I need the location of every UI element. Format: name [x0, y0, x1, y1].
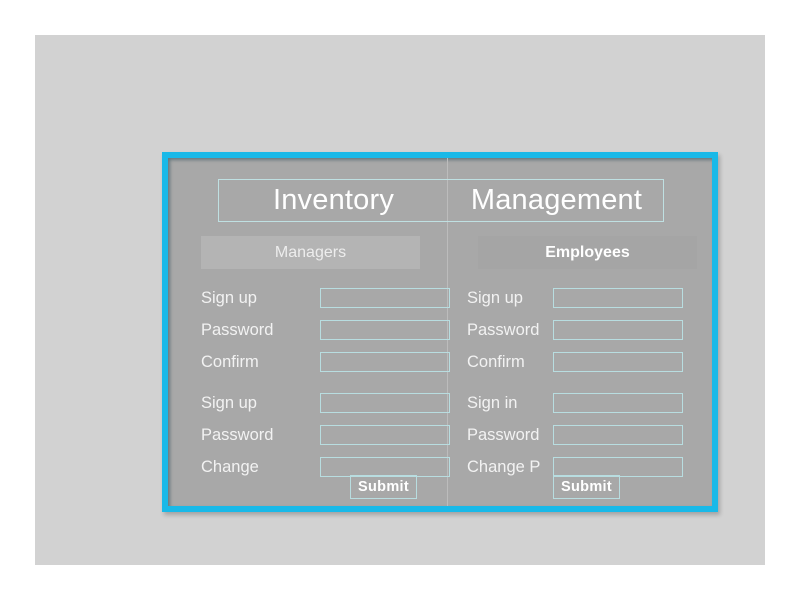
submit-button-managers[interactable]: Submit: [350, 475, 417, 499]
title-word-management: Management: [470, 184, 643, 216]
field-label: Change P: [467, 458, 541, 476]
form-window: Inventory Management Managers Employees …: [162, 152, 718, 512]
field-label: Password: [201, 426, 274, 444]
employees-password-input[interactable]: [553, 320, 683, 340]
field-label: Sign in: [467, 394, 518, 412]
field-label: Sign up: [201, 394, 257, 412]
field-label: Sign up: [201, 289, 257, 307]
managers-password-input[interactable]: [320, 320, 450, 340]
employees-change-password-input[interactable]: [553, 457, 683, 477]
submit-button-employees[interactable]: Submit: [553, 475, 620, 499]
field-label: Password: [467, 321, 540, 339]
section-header-employees: Employees: [478, 236, 697, 269]
slide-panel: Inventory Management Managers Employees …: [35, 35, 765, 565]
managers-password-2-input[interactable]: [320, 425, 450, 445]
field-label: Confirm: [467, 353, 525, 371]
field-label: Change: [201, 458, 259, 476]
managers-confirm-input[interactable]: [320, 352, 450, 372]
employees-password-2-input[interactable]: [553, 425, 683, 445]
managers-signup-input[interactable]: [320, 288, 450, 308]
employees-confirm-input[interactable]: [553, 352, 683, 372]
section-header-managers: Managers: [201, 236, 420, 269]
title-word-inventory: Inventory: [272, 184, 395, 216]
field-label: Password: [467, 426, 540, 444]
field-label: Confirm: [201, 353, 259, 371]
page-title: Inventory Management: [218, 179, 664, 222]
employees-signup-input[interactable]: [553, 288, 683, 308]
field-label: Sign up: [467, 289, 523, 307]
managers-change-input[interactable]: [320, 457, 450, 477]
managers-signup-2-input[interactable]: [320, 393, 450, 413]
field-label: Password: [201, 321, 274, 339]
employees-signin-input[interactable]: [553, 393, 683, 413]
